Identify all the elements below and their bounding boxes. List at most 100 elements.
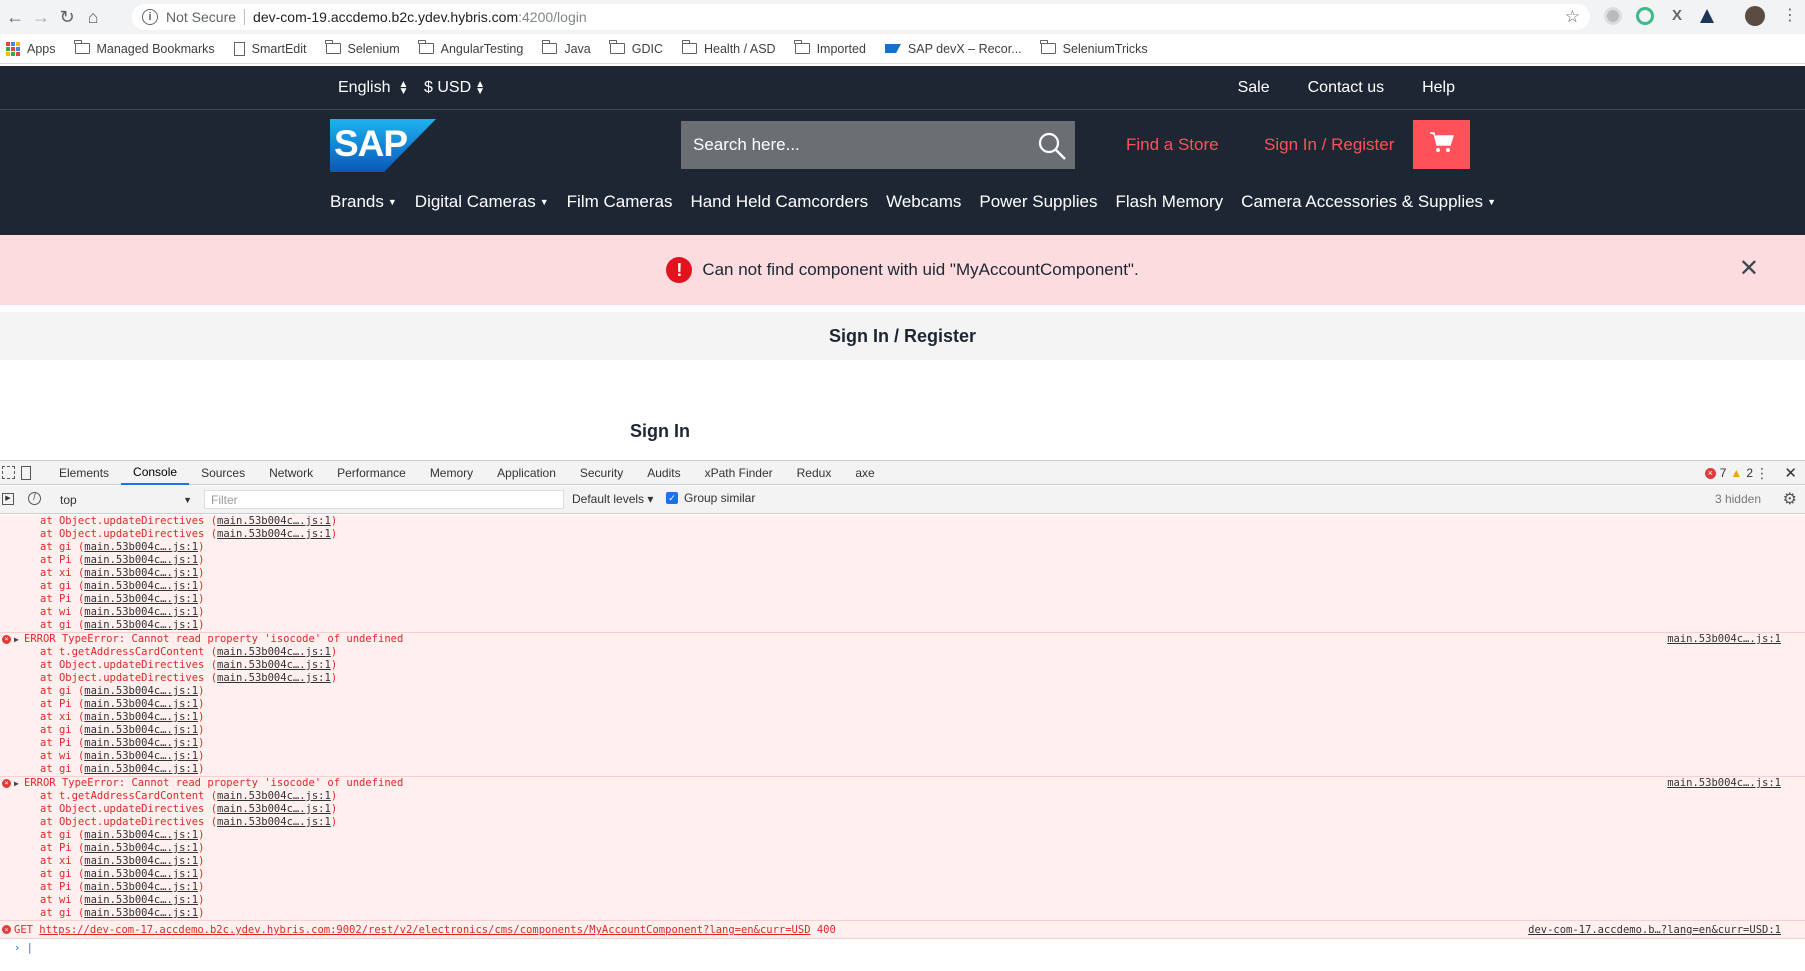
forward-arrow-icon[interactable]: → [28,4,54,30]
info-icon[interactable]: i [142,9,158,25]
stack-source-link[interactable]: main.53b004c….js:1 [84,842,198,854]
stack-source-link[interactable]: main.53b004c….js:1 [84,554,198,566]
tab-elements[interactable]: Elements [47,461,121,485]
bookmark-smartedit[interactable]: SmartEdit [233,41,307,56]
nav-power-supplies[interactable]: Power Supplies [979,192,1097,212]
stack-source-link[interactable]: main.53b004c….js:1 [84,606,198,618]
error-message-line[interactable]: × ▶ ERROR TypeError: Cannot read property … [0,633,1805,646]
nav-webcams[interactable]: Webcams [886,192,961,212]
source-link[interactable]: dev-com-17.accdemo.b…?lang=en&curr=USD:1 [1528,921,1781,939]
bookmark-selenium[interactable]: Selenium [325,40,400,56]
stack-source-link[interactable]: main.53b004c….js:1 [84,907,198,919]
group-similar-checkbox[interactable]: ✓ Group similar [666,491,755,505]
tab-axe[interactable]: axe [843,461,886,485]
stack-source-link[interactable]: main.53b004c….js:1 [84,737,198,749]
stack-source-link[interactable]: main.53b004c….js:1 [84,685,198,697]
expand-triangle-icon[interactable]: ▶ [14,777,19,790]
stack-source-link[interactable]: main.53b004c….js:1 [84,567,198,579]
bookmark-java[interactable]: Java [541,40,591,56]
contact-us-link[interactable]: Contact us [1308,79,1384,97]
source-link[interactable]: main.53b004c….js:1 [1667,777,1781,790]
stack-source-link[interactable]: main.53b004c….js:1 [84,881,198,893]
search-icon[interactable] [1037,131,1067,166]
bookmark-health-asd[interactable]: Health / ASD [681,40,776,56]
extension-icon[interactable] [1700,9,1714,23]
bookmark-gdic[interactable]: GDIC [609,40,663,56]
nav-camera-accessories[interactable]: Camera Accessories & Supplies ▼ [1241,192,1496,212]
stack-source-link[interactable]: main.53b004c….js:1 [84,541,198,553]
nav-hand-held-camcorders[interactable]: Hand Held Camcorders [690,192,868,212]
stack-source-link[interactable]: main.53b004c….js:1 [84,855,198,867]
context-selector[interactable]: top ▼ [54,490,194,509]
tab-redux[interactable]: Redux [785,461,844,485]
address-bar[interactable]: i Not Secure dev-com-19.accdemo.b2c.ydev… [132,4,1590,30]
bookmark-sap-devx[interactable]: SAP devX – Recor... [884,42,1022,56]
more-options-icon[interactable]: ⋮ [1755,465,1769,482]
show-sidebar-icon[interactable]: ▶ [2,493,14,505]
stack-source-link[interactable]: main.53b004c….js:1 [217,803,331,815]
tab-sources[interactable]: Sources [189,461,257,485]
error-message-line[interactable]: × ▶ ERROR TypeError: Cannot read property … [0,777,1805,790]
tab-performance[interactable]: Performance [325,461,418,485]
source-link[interactable]: main.53b004c….js:1 [1667,633,1781,646]
chrome-menu-icon[interactable]: ⋮ [1782,5,1798,25]
help-link[interactable]: Help [1422,79,1455,97]
stack-source-link[interactable]: main.53b004c….js:1 [84,763,198,775]
tab-network[interactable]: Network [257,461,325,485]
tab-memory[interactable]: Memory [418,461,485,485]
nav-digital-cameras[interactable]: Digital Cameras ▼ [415,192,549,212]
search-input[interactable]: Search here... [681,121,1075,169]
close-devtools-icon[interactable]: ✕ [1784,464,1797,482]
cart-button[interactable] [1413,120,1470,169]
stack-source-link[interactable]: main.53b004c….js:1 [217,790,331,802]
stack-source-link[interactable]: main.53b004c….js:1 [84,593,198,605]
bookmark-angulartesting[interactable]: AngularTesting [418,40,523,56]
stack-source-link[interactable]: main.53b004c….js:1 [84,698,198,710]
tab-security[interactable]: Security [568,461,635,485]
find-store-link[interactable]: Find a Store [1126,135,1219,155]
sale-link[interactable]: Sale [1238,79,1270,97]
clear-console-icon[interactable]: / [28,492,41,505]
currency-selector[interactable]: $ USD ▲ ▼ [424,79,485,97]
expand-triangle-icon[interactable]: ▶ [14,633,19,646]
sap-logo[interactable]: SAP [330,119,436,172]
close-icon[interactable]: ✕ [1739,257,1759,281]
stack-source-link[interactable]: main.53b004c….js:1 [84,724,198,736]
bookmark-seleniumtricks[interactable]: SeleniumTricks [1040,40,1148,56]
bookmark-apps[interactable]: Apps [6,41,56,56]
tab-audits[interactable]: Audits [635,461,692,485]
stack-source-link[interactable]: main.53b004c….js:1 [84,868,198,880]
console-prompt[interactable]: › | [0,939,1805,957]
device-toolbar-icon[interactable] [21,465,31,480]
extension-icon[interactable] [1604,7,1622,25]
bookmark-managed[interactable]: Managed Bookmarks [74,40,215,56]
bookmark-imported[interactable]: Imported [794,40,866,56]
stack-source-link[interactable]: main.53b004c….js:1 [84,750,198,762]
extension-icon[interactable]: X [1668,7,1686,25]
nav-film-cameras[interactable]: Film Cameras [567,192,673,212]
nav-flash-memory[interactable]: Flash Memory [1115,192,1223,212]
filter-input[interactable]: Filter [204,490,564,509]
request-url[interactable]: https://dev-com-17.accdemo.b2c.ydev.hybr… [39,924,810,936]
log-levels-dropdown[interactable]: Default levels ▾ [572,492,653,506]
reload-icon[interactable]: ↻ [54,4,80,30]
gear-icon[interactable]: ⚙ [1783,489,1797,509]
stack-source-link[interactable]: main.53b004c….js:1 [84,580,198,592]
stack-source-link[interactable]: main.53b004c….js:1 [217,816,331,828]
stack-source-link[interactable]: main.53b004c….js:1 [84,711,198,723]
home-icon[interactable]: ⌂ [80,4,106,30]
nav-brands[interactable]: Brands ▼ [330,192,397,212]
tab-xpath-finder[interactable]: xPath Finder [693,461,785,485]
stack-source-link[interactable]: main.53b004c….js:1 [217,672,331,684]
stack-source-link[interactable]: main.53b004c….js:1 [84,829,198,841]
bookmark-star-icon[interactable]: ☆ [1565,7,1580,27]
stack-source-link[interactable]: main.53b004c….js:1 [217,646,331,658]
sign-in-register-link[interactable]: Sign In / Register [1264,135,1394,155]
stack-source-link[interactable]: main.53b004c….js:1 [84,619,198,631]
issue-counts[interactable]: × 7 ▲ 2 [1704,466,1753,480]
stack-source-link[interactable]: main.53b004c….js:1 [217,515,331,527]
stack-source-link[interactable]: main.53b004c….js:1 [84,894,198,906]
extension-icon[interactable] [1636,7,1654,25]
profile-avatar[interactable] [1745,6,1765,26]
back-arrow-icon[interactable]: ← [2,4,28,30]
